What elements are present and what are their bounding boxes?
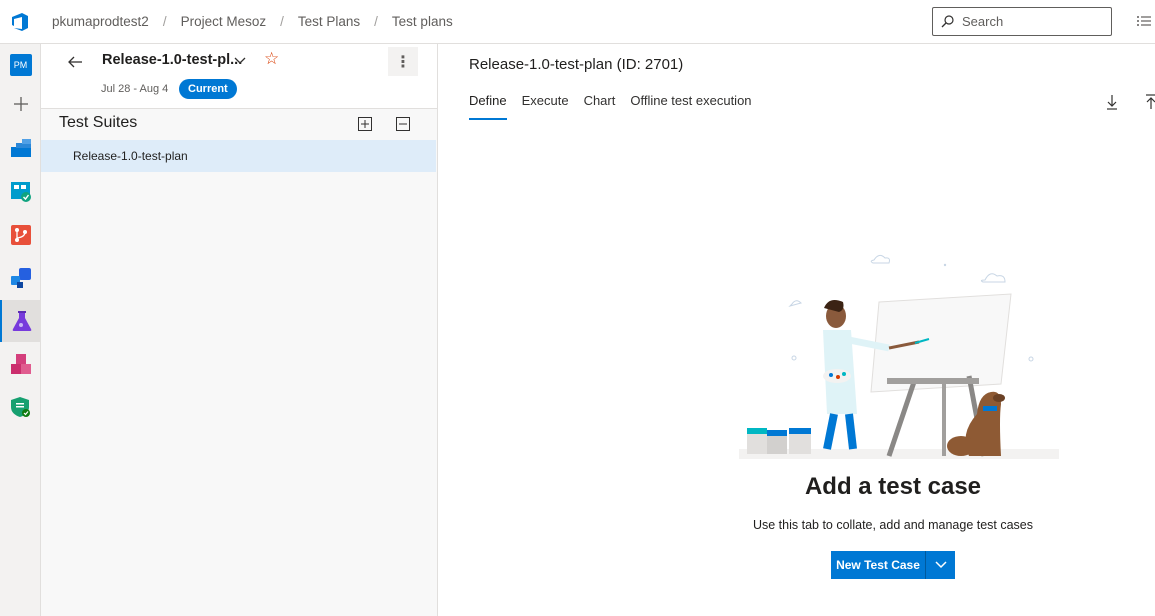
breadcrumb-current[interactable]: Test plans (392, 14, 453, 29)
pipelines-icon (10, 268, 31, 288)
security-nav-item[interactable] (0, 386, 41, 428)
breadcrumb-separator: / (374, 14, 378, 29)
new-test-case-split-button: New Test Case (831, 551, 955, 579)
tab-define[interactable]: Define (469, 93, 507, 120)
flask-icon (12, 311, 31, 331)
expand-all-icon[interactable] (358, 117, 372, 131)
back-arrow-icon[interactable] (65, 52, 85, 72)
tab-bar: Define Execute Chart Offline test execut… (469, 93, 767, 120)
overview-nav-item[interactable] (0, 127, 41, 169)
test-suites-panel: Release-1.0-test-pl... ☆ ⋮ Jul 28 - Aug … (41, 44, 438, 616)
more-actions-button[interactable]: ⋮ (388, 47, 418, 76)
test-plans-nav-item[interactable] (0, 300, 41, 342)
repos-nav-item[interactable] (0, 214, 41, 256)
chevron-down-icon (934, 561, 947, 569)
left-navigation-rail: PM (0, 44, 41, 616)
plan-header: Release-1.0-test-pl... ☆ ⋮ Jul 28 - Aug … (41, 44, 437, 109)
tab-chart[interactable]: Chart (584, 93, 616, 120)
tab-offline-test-execution[interactable]: Offline test execution (630, 93, 751, 120)
breadcrumb-separator: / (162, 14, 167, 29)
collapse-all-icon[interactable] (396, 117, 410, 131)
repos-icon (10, 225, 31, 245)
boards-nav-item[interactable] (0, 171, 41, 213)
azure-devops-logo-icon[interactable] (9, 11, 31, 33)
avatar: PM (9, 54, 32, 76)
suite-item-release-1-0-test-plan[interactable]: Release-1.0-test-plan (41, 140, 436, 172)
project-avatar-button[interactable]: PM (0, 44, 41, 86)
empty-state-illustration (739, 254, 1059, 459)
upload-icon[interactable] (1144, 94, 1155, 110)
search-placeholder: Search (962, 14, 1004, 29)
suite-item-label: Release-1.0-test-plan (73, 149, 188, 163)
main-content: Release-1.0-test-plan (ID: 2701) Define … (439, 44, 1155, 616)
top-bar: pkumaprodtest2 / Project Mesoz / Test Pl… (0, 0, 1155, 44)
new-test-case-dropdown-button[interactable] (926, 551, 955, 579)
plan-dates: Jul 28 - Aug 4 (101, 83, 169, 95)
breadcrumb-separator: / (280, 14, 284, 29)
breadcrumb-test-plans[interactable]: Test Plans (298, 14, 360, 29)
breadcrumb-org[interactable]: pkumaprodtest2 (52, 14, 149, 29)
settings-list-icon[interactable] (1136, 14, 1152, 30)
plan-name[interactable]: Release-1.0-test-pl... (102, 52, 242, 68)
page-title: Release-1.0-test-plan (ID: 2701) (469, 56, 684, 73)
shield-icon (10, 397, 30, 417)
download-icon[interactable] (1105, 94, 1119, 110)
chevron-down-icon[interactable] (233, 54, 247, 68)
search-icon (941, 15, 954, 28)
empty-state-title: Add a test case (804, 473, 982, 500)
test-suites-heading: Test Suites (59, 114, 138, 131)
breadcrumb: pkumaprodtest2 / Project Mesoz / Test Pl… (52, 14, 453, 29)
artifacts-icon (10, 354, 31, 374)
pipelines-nav-item[interactable] (0, 257, 41, 299)
overview-icon (10, 139, 31, 157)
favorite-star-icon[interactable]: ☆ (264, 49, 279, 69)
add-button[interactable] (0, 83, 41, 125)
artifacts-nav-item[interactable] (0, 343, 41, 385)
new-test-case-button[interactable]: New Test Case (831, 551, 926, 579)
empty-state-description: Use this tab to collate, add and manage … (752, 518, 1034, 532)
plus-icon (13, 97, 28, 111)
search-input[interactable]: Search (932, 7, 1112, 36)
current-iteration-badge: Current (179, 79, 237, 99)
tab-execute[interactable]: Execute (522, 93, 569, 120)
breadcrumb-project[interactable]: Project Mesoz (181, 14, 267, 29)
boards-icon (10, 182, 31, 202)
